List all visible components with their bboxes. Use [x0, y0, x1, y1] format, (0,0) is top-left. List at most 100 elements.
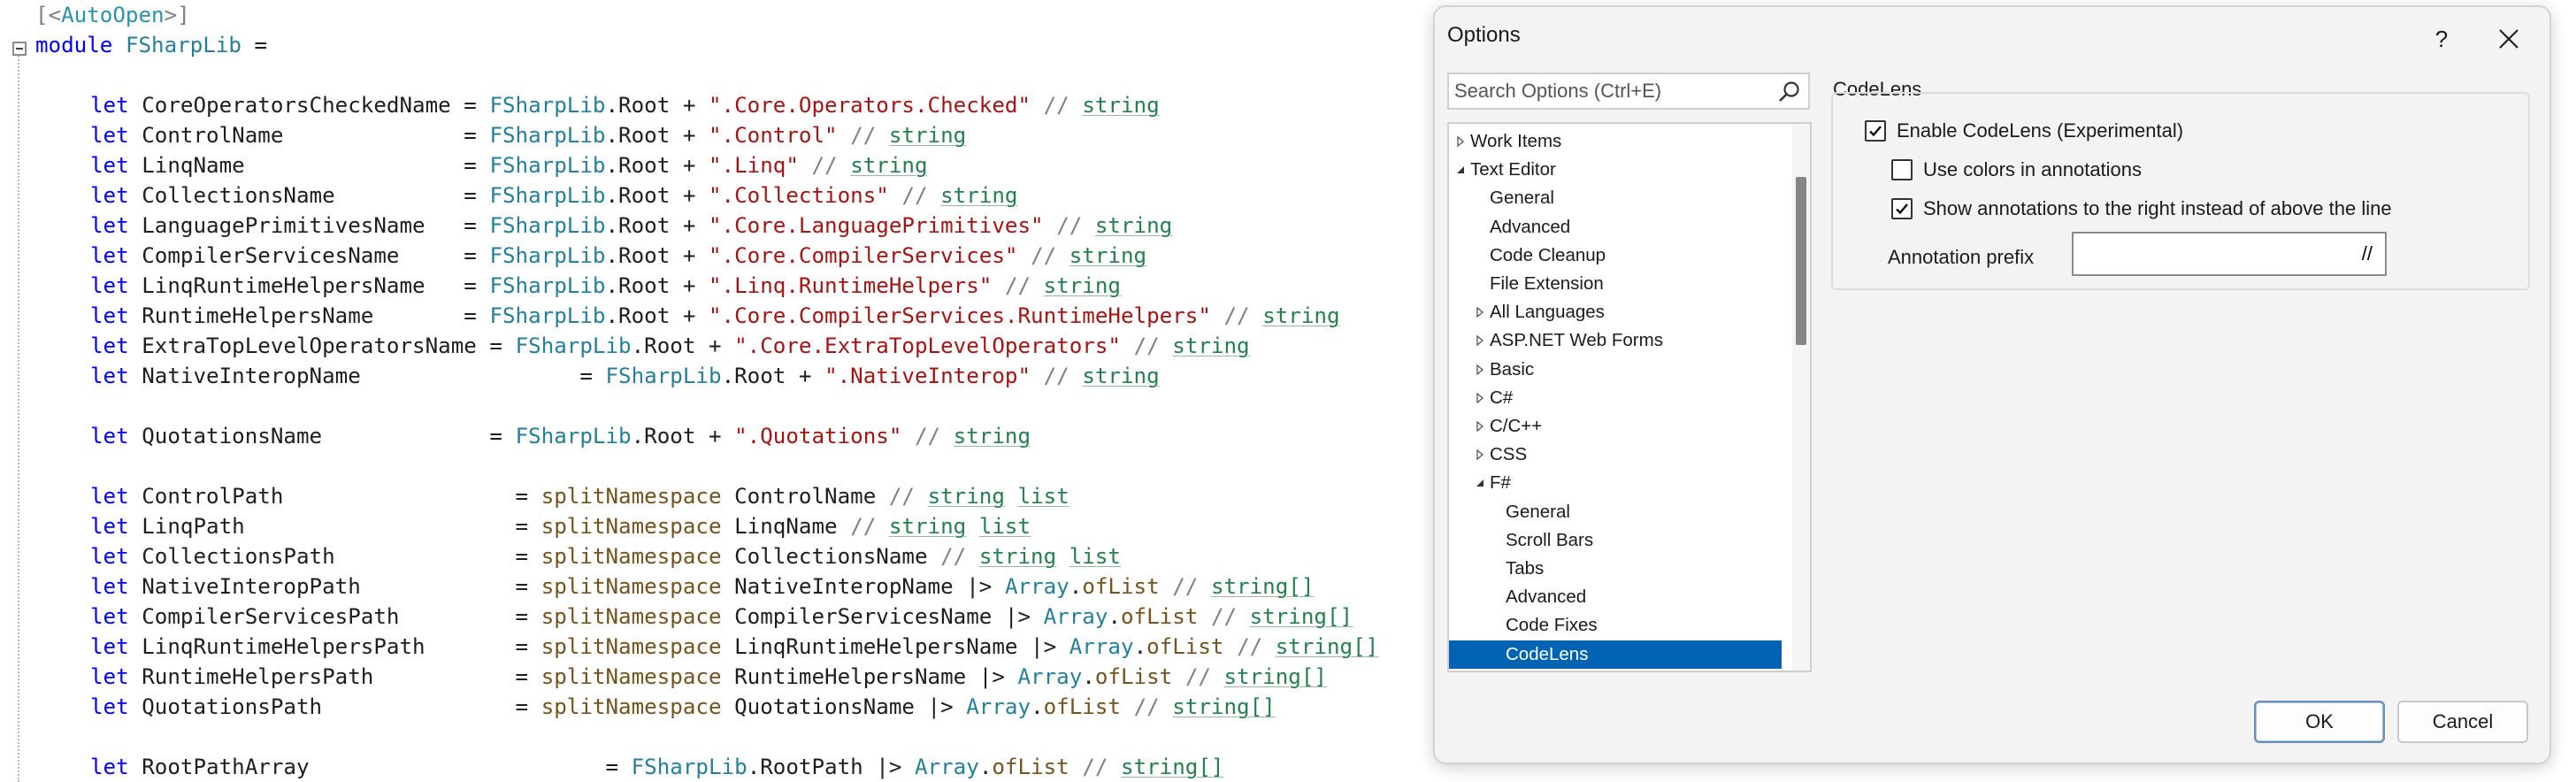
tree-item-file-extension[interactable]: File Extension [1449, 270, 1782, 298]
annotation-prefix-box[interactable] [2072, 232, 2387, 276]
collapse-icon[interactable] [12, 42, 27, 56]
code-string: ".Quotations" [734, 424, 902, 448]
inline-type-hint[interactable]: string[] [1121, 755, 1224, 779]
inline-type-hint[interactable]: string[] [1250, 604, 1353, 629]
close-button[interactable] [2479, 14, 2537, 64]
options-tree[interactable]: Work Items Text Editor General Advanced Code… [1447, 122, 1812, 672]
code-editor[interactable]: [<AutoOpen>] module FSharpLib = let CoreOp… [0, 0, 1431, 782]
tree-item-code-fixes[interactable]: Code Fixes [1449, 611, 1782, 640]
code-token: ofList [1146, 634, 1224, 659]
code-token: Array [1043, 604, 1108, 629]
collapsed-arrow-icon[interactable] [1474, 306, 1486, 318]
tree-item-work-items[interactable]: Work Items [1449, 127, 1782, 156]
tree-item-css[interactable]: CSS [1449, 441, 1782, 469]
inline-type-hint[interactable]: string [1044, 273, 1121, 298]
inline-type-hint[interactable]: string [954, 424, 1031, 448]
code-token: FSharpLib [631, 755, 748, 779]
tree-scrollbar[interactable] [1792, 124, 1810, 671]
inline-type-hint[interactable]: string [1070, 243, 1146, 268]
inline-type-hint[interactable]: list [979, 514, 1031, 539]
tree-item-codelens[interactable]: CodeLens [1449, 640, 1782, 669]
code-token: splitNamespace [540, 694, 722, 719]
collapsed-arrow-icon[interactable] [1474, 334, 1486, 347]
expanded-arrow-icon[interactable] [1454, 164, 1467, 176]
inline-type-hint[interactable]: string [1082, 364, 1159, 388]
code-keyword: let [90, 273, 129, 298]
code-line: let ControlPath = splitNamespace Control… [90, 481, 1070, 511]
collapsed-arrow-icon[interactable] [1474, 448, 1486, 461]
help-button[interactable]: ? [2415, 14, 2468, 64]
code-token: FSharpLib [489, 213, 606, 238]
inline-type-hint[interactable]: string[] [1172, 694, 1276, 719]
code-token: CompilerServicesPath = [128, 604, 541, 629]
use-colors-checkbox[interactable] [1891, 159, 1913, 180]
tree-item-text-editor[interactable]: Text Editor [1449, 156, 1782, 184]
collapsed-arrow-icon[interactable] [1454, 135, 1467, 148]
code-token: FSharpLib [515, 334, 632, 358]
inline-type-hint[interactable]: string [1082, 93, 1159, 118]
inline-type-hint[interactable]: string[] [1224, 664, 1328, 689]
tree-item-general[interactable]: General [1449, 498, 1782, 526]
inline-type-hint[interactable]: list [1018, 484, 1070, 509]
code-line: let CompilerServicesName = FSharpLib.Roo… [90, 241, 1146, 271]
tree-item-scroll-bars[interactable]: Scroll Bars [1449, 526, 1782, 555]
code-keyword: let [90, 604, 129, 629]
dialog-title: Options [1447, 23, 1521, 47]
enable-codelens-checkbox[interactable] [1865, 120, 1886, 142]
tree-item-advanced[interactable]: Advanced [1449, 583, 1782, 611]
annotations-right-checkbox[interactable] [1891, 198, 1913, 219]
collapsed-arrow-icon[interactable] [1474, 420, 1486, 433]
inline-type-hint[interactable]: string[] [1276, 634, 1379, 659]
inline-type-hint[interactable]: string [1172, 334, 1249, 358]
code-token: RootPathArray = [128, 755, 632, 779]
collapsed-arrow-icon[interactable] [1474, 392, 1486, 404]
code-token: LinqPath = [128, 514, 541, 539]
inline-type-hint[interactable]: string [889, 123, 966, 148]
tree-item-f#[interactable]: F# [1449, 469, 1782, 497]
tree-item-tabs[interactable]: Tabs [1449, 555, 1782, 583]
inline-type-hint[interactable]: string [928, 484, 1005, 509]
inline-type-hint[interactable]: string [979, 544, 1056, 569]
tree-item-c#[interactable]: C# [1449, 384, 1782, 412]
tree-item-asp-net-web-forms[interactable]: ASP.NET Web Forms [1449, 326, 1782, 355]
inline-type-hint[interactable]: string [889, 514, 966, 539]
inline-type-hint[interactable]: list [1070, 544, 1121, 569]
code-string: ".Core.Operators.Checked" [709, 93, 1031, 118]
inline-type-hint[interactable]: string [1262, 303, 1339, 328]
annotation-prefix-input[interactable] [2081, 241, 2373, 267]
collapsed-arrow-icon[interactable] [1474, 364, 1486, 376]
tree-scrollbar-thumb[interactable] [1796, 177, 1806, 345]
tree-item-code-cleanup[interactable]: Code Cleanup [1449, 242, 1782, 270]
search-options-input[interactable] [1454, 78, 1764, 104]
search-options-box[interactable] [1447, 73, 1810, 110]
tree-item-all-languages[interactable]: All Languages [1449, 298, 1782, 326]
ok-button[interactable]: OK [2254, 701, 2385, 743]
inline-type-hint[interactable]: string [1095, 213, 1172, 238]
cancel-button[interactable]: Cancel [2397, 701, 2528, 743]
code-keyword: let [90, 303, 129, 328]
code-keyword: let [90, 243, 129, 268]
code-token: // [1237, 634, 1263, 659]
code-token: RuntimeHelpersName = [128, 303, 490, 328]
code-token: Array [966, 694, 1031, 719]
code-keyword: let [90, 484, 129, 509]
code-token: ofList [992, 755, 1070, 779]
tree-item-basic[interactable]: Basic [1449, 356, 1782, 384]
code-token: // [1133, 694, 1160, 719]
code-token: .Root + [631, 334, 735, 358]
tree-item-general[interactable]: General [1449, 184, 1782, 212]
inline-type-hint[interactable]: string[] [1211, 574, 1315, 599]
inline-type-hint[interactable]: string [850, 153, 927, 178]
inline-type-hint[interactable]: string [940, 183, 1017, 208]
code-token: ofList [1082, 574, 1160, 599]
code-line: let CompilerServicesPath = splitNamespac… [90, 602, 1353, 632]
tree-item-advanced[interactable]: Advanced [1449, 213, 1782, 242]
expanded-arrow-icon[interactable] [1474, 477, 1486, 489]
tree-item-c-c++[interactable]: C/C++ [1449, 412, 1782, 441]
search-icon[interactable] [1776, 80, 1801, 104]
